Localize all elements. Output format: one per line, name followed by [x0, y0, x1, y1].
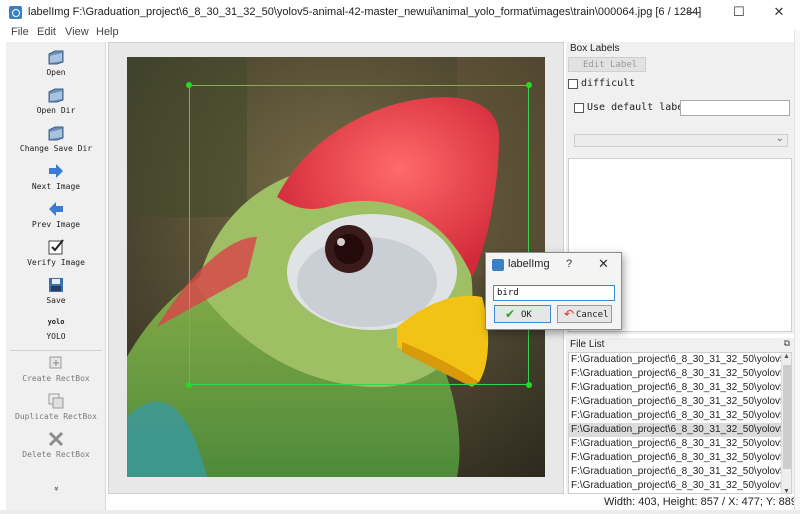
- app-icon: [9, 6, 22, 19]
- yolo-format-icon: yolo: [47, 318, 65, 326]
- difficult-label: difficult: [581, 78, 636, 89]
- default-label-input[interactable]: [680, 100, 790, 116]
- ok-label: OK: [521, 310, 532, 320]
- file-list-item[interactable]: F:\Graduation_project\6_8_30_31_32_50\yo…: [569, 367, 791, 381]
- prev-image-button[interactable]: Prev Image: [6, 200, 106, 229]
- file-list[interactable]: F:\Graduation_project\6_8_30_31_32_50\yo…: [568, 352, 792, 494]
- taskbar-strip: [0, 510, 800, 514]
- open-dir-label: Open Dir: [36, 106, 76, 115]
- delete-rectbox-label: Delete RectBox: [22, 450, 90, 459]
- verify-image-button[interactable]: Verify Image: [6, 238, 106, 267]
- file-list-item[interactable]: F:\Graduation_project\6_8_30_31_32_50\yo…: [569, 381, 791, 395]
- create-rectbox-button[interactable]: Create RectBox: [6, 354, 106, 383]
- menu-bar: File Edit View Help: [0, 25, 800, 41]
- file-list-item[interactable]: F:\Graduation_project\6_8_30_31_32_50\yo…: [569, 409, 791, 423]
- use-default-label-text: Use default label: [587, 102, 690, 113]
- edit-label-text: Edit Label: [583, 60, 638, 70]
- box-labels-title: Box Labels: [570, 43, 620, 54]
- create-rectbox-label: Create RectBox: [22, 374, 90, 383]
- prev-image-label: Prev Image: [31, 220, 81, 229]
- maximize-button[interactable]: ☐: [726, 3, 752, 21]
- folder-icon: [48, 88, 64, 103]
- toolbar-more-button[interactable]: »: [6, 482, 106, 494]
- folder-icon: [48, 126, 64, 141]
- open-button[interactable]: Open: [6, 48, 106, 77]
- scroll-down-icon[interactable]: ▼: [783, 488, 790, 493]
- file-list-item[interactable]: F:\Graduation_project\6_8_30_31_32_50\yo…: [569, 395, 791, 409]
- file-list-item[interactable]: F:\Graduation_project\6_8_30_31_32_50\yo…: [569, 479, 791, 493]
- bbox-handle-bottom-left[interactable]: [186, 382, 192, 388]
- window-title: labelImg F:\Graduation_project\6_8_30_31…: [28, 6, 702, 18]
- help-button[interactable]: ?: [566, 258, 572, 270]
- arrow-left-icon: [49, 202, 63, 216]
- change-save-dir-button[interactable]: Change Save Dir: [6, 124, 106, 153]
- arrow-right-icon: [49, 164, 63, 178]
- change-save-dir-label: Change Save Dir: [19, 144, 93, 153]
- status-text: Width: 403, Height: 857 / X: 477; Y: 889: [604, 496, 798, 508]
- checkbox-icon: [48, 239, 64, 255]
- file-list-item[interactable]: F:\Graduation_project\6_8_30_31_32_50\yo…: [569, 451, 791, 465]
- chevron-more-icon: »: [51, 486, 61, 491]
- menu-view[interactable]: View: [65, 26, 89, 38]
- use-default-label-checkbox[interactable]: [574, 103, 584, 113]
- chevron-down-icon: ⌄: [775, 133, 784, 144]
- close-button[interactable]: ✕: [766, 3, 792, 21]
- label-combo-box[interactable]: ⌄: [574, 133, 788, 147]
- duplicate-rectbox-button[interactable]: Duplicate RectBox: [6, 392, 106, 421]
- cancel-label: Cancel: [576, 310, 609, 320]
- scroll-thumb[interactable]: [783, 365, 791, 469]
- create-rect-icon: [49, 356, 62, 369]
- bbox-handle-top-left[interactable]: [186, 82, 192, 88]
- delete-rectbox-button[interactable]: Delete RectBox: [6, 430, 106, 459]
- format-button[interactable]: yolo YOLO: [6, 316, 106, 341]
- verify-image-label: Verify Image: [27, 258, 85, 267]
- minimize-button[interactable]: —: [680, 3, 706, 21]
- format-label: YOLO: [46, 332, 66, 341]
- duplicate-rectbox-label: Duplicate RectBox: [15, 412, 97, 421]
- dialog-title: labelImg: [508, 258, 550, 270]
- open-label: Open: [46, 68, 66, 77]
- file-list-item[interactable]: F:\Graduation_project\6_8_30_31_32_50\yo…: [569, 353, 791, 367]
- toolbar-divider: [10, 350, 102, 351]
- app-icon: [492, 259, 504, 271]
- save-label: Save: [46, 296, 66, 305]
- open-dir-button[interactable]: Open Dir: [6, 86, 106, 115]
- undo-icon: ↶: [564, 307, 575, 321]
- bbox-handle-top-right[interactable]: [526, 82, 532, 88]
- file-list-item[interactable]: F:\Graduation_project\6_8_30_31_32_50\yo…: [569, 437, 791, 451]
- difficult-checkbox[interactable]: [568, 79, 578, 89]
- save-button[interactable]: Save: [6, 276, 106, 305]
- file-list-title: File List: [570, 339, 605, 350]
- menu-help[interactable]: Help: [96, 26, 119, 38]
- delete-icon: [48, 431, 64, 447]
- menu-file[interactable]: File: [11, 26, 29, 38]
- label-dialog: labelImg ? ✕ bird ✔ OK ↶ Cancel: [485, 252, 622, 330]
- background-window-edge: [794, 30, 800, 514]
- file-list-item[interactable]: F:\Graduation_project\6_8_30_31_32_50\yo…: [569, 465, 791, 479]
- file-list-item[interactable]: F:\Graduation_project\6_8_30_31_32_50\yo…: [569, 423, 791, 437]
- checkmark-icon: ✔: [505, 307, 516, 321]
- bbox-handle-bottom-right[interactable]: [526, 382, 532, 388]
- ok-button[interactable]: ✔ OK: [494, 305, 551, 323]
- next-image-label: Next Image: [31, 182, 81, 191]
- toolbar: Open Open Dir Change Save Dir Next Image…: [6, 42, 106, 512]
- edit-label-button[interactable]: Edit Label: [568, 57, 646, 72]
- scroll-up-icon[interactable]: ▲: [783, 353, 790, 360]
- title-bar: labelImg F:\Graduation_project\6_8_30_31…: [0, 0, 800, 25]
- floppy-disk-icon: [49, 278, 63, 292]
- file-list-scrollbar[interactable]: ▲ ▼: [781, 353, 791, 493]
- folder-icon: [48, 50, 64, 65]
- dialog-close-button[interactable]: ✕: [598, 256, 609, 272]
- copy-icon: [48, 393, 64, 409]
- status-bar: Width: 403, Height: 857 / X: 477; Y: 889: [566, 495, 800, 511]
- undock-icon[interactable]: ⧉: [784, 338, 790, 349]
- file-list-panel: File List ⧉ F:\Graduation_project\6_8_30…: [566, 338, 794, 494]
- label-input[interactable]: bird: [493, 285, 615, 301]
- menu-edit[interactable]: Edit: [37, 26, 56, 38]
- bounding-box[interactable]: [186, 82, 532, 388]
- cancel-button[interactable]: ↶ Cancel: [557, 305, 612, 323]
- next-image-button[interactable]: Next Image: [6, 162, 106, 191]
